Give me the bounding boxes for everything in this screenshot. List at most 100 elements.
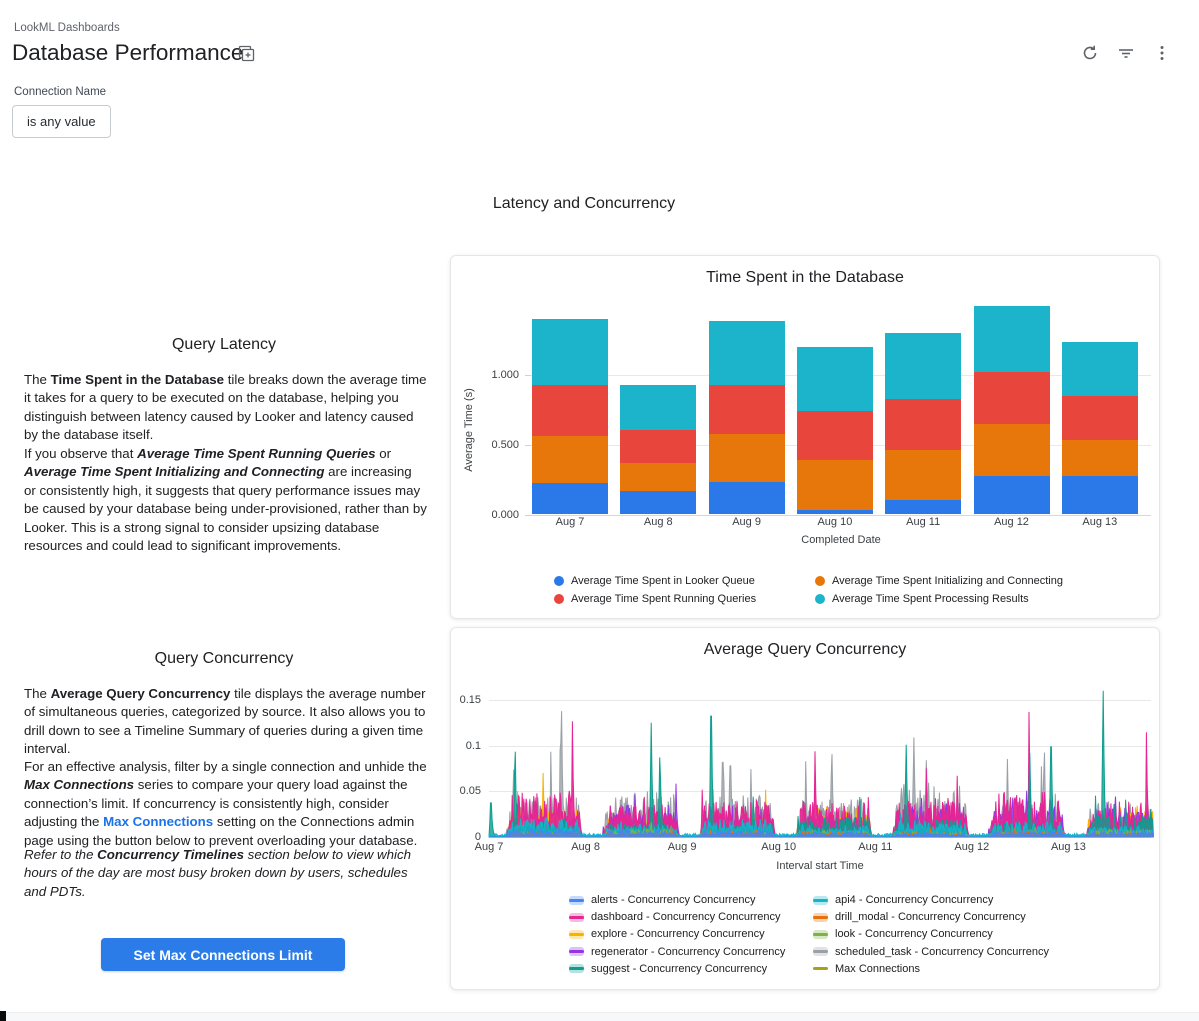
bar-segment[interactable] (709, 385, 785, 434)
legend-item[interactable]: alerts - Concurrency Concurrency (569, 894, 755, 906)
x-tick-label: Aug 8 (618, 516, 698, 528)
x-tick-label: Aug 11 (883, 516, 963, 528)
bar-segment[interactable] (797, 460, 873, 509)
bar-segment[interactable] (532, 483, 608, 514)
bar-segment[interactable] (974, 476, 1050, 515)
bar-segment[interactable] (1062, 476, 1138, 515)
legend-item[interactable]: Average Time Spent Running Queries (554, 593, 756, 605)
legend-dot-marker (554, 594, 564, 604)
legend-line-marker (569, 896, 584, 905)
legend-item[interactable]: Max Connections (813, 963, 920, 975)
legend-item[interactable]: api4 - Concurrency Concurrency (813, 894, 993, 906)
legend-item[interactable]: explore - Concurrency Concurrency (569, 928, 765, 940)
bar-segment[interactable] (1062, 396, 1138, 440)
bar-segment[interactable] (620, 491, 696, 514)
bar-aug-9[interactable] (709, 255, 785, 514)
query-latency-paragraph-1: The Time Spent in the Database tile brea… (24, 371, 427, 445)
x-tick-label: Aug 9 (707, 516, 787, 528)
query-latency-paragraph-2: If you observe that Average Time Spent R… (24, 445, 427, 555)
area-chart-plot[interactable] (451, 628, 1161, 991)
y-tick-label: 1.000 (479, 369, 519, 381)
legend-item[interactable]: drill_modal - Concurrency Concurrency (813, 911, 1026, 923)
tile-average-query-concurrency: Average Query Concurrency 00.050.10.15Au… (450, 627, 1160, 990)
bar-segment[interactable] (797, 347, 873, 411)
filter-label: Connection Name (14, 86, 106, 98)
bar-aug-13[interactable] (1062, 255, 1138, 514)
breadcrumb[interactable]: LookML Dashboards (14, 22, 120, 34)
page-bottom-strip (0, 1012, 1199, 1021)
bar-aug-10[interactable] (797, 255, 873, 514)
bar-segment[interactable] (885, 333, 961, 398)
bar-segment[interactable] (620, 430, 696, 463)
bar-segment[interactable] (974, 372, 1050, 425)
legend-item[interactable]: regenerator - Concurrency Concurrency (569, 946, 785, 958)
area-chart-x-axis-label: Interval start Time (489, 860, 1151, 872)
dashboard-toolbar (1079, 42, 1173, 64)
max-connections-link[interactable]: Max Connections (103, 814, 213, 829)
legend-dot-marker (815, 576, 825, 586)
bar-segment[interactable] (532, 436, 608, 482)
legend-label: suggest - Concurrency Concurrency (591, 963, 767, 975)
bar-chart-y-axis-label: Average Time (s) (463, 380, 475, 480)
legend-item[interactable]: Average Time Spent Initializing and Conn… (815, 575, 1063, 587)
x-tick-label: Aug 13 (1060, 516, 1140, 528)
legend-label: Max Connections (835, 963, 920, 975)
legend-item[interactable]: scheduled_task - Concurrency Concurrency (813, 946, 1049, 958)
connection-name-filter[interactable]: is any value (12, 105, 111, 138)
bar-aug-11[interactable] (885, 255, 961, 514)
legend-line-marker (813, 896, 828, 905)
bar-segment[interactable] (709, 434, 785, 482)
legend-item[interactable]: look - Concurrency Concurrency (813, 928, 993, 940)
query-concurrency-heading: Query Concurrency (24, 650, 424, 668)
set-max-connections-button[interactable]: Set Max Connections Limit (101, 938, 345, 971)
y-tick-label: 0.500 (479, 439, 519, 451)
legend-label: explore - Concurrency Concurrency (591, 928, 765, 940)
bar-segment[interactable] (620, 385, 696, 431)
bar-segment[interactable] (620, 463, 696, 491)
bar-segment[interactable] (885, 500, 961, 514)
bar-segment[interactable] (974, 424, 1050, 475)
legend-line-marker (813, 930, 828, 939)
bar-segment[interactable] (532, 319, 608, 385)
bar-aug-8[interactable] (620, 255, 696, 514)
legend-line-marker (813, 964, 828, 973)
legend-label: Average Time Spent in Looker Queue (571, 575, 755, 587)
bar-segment[interactable] (709, 321, 785, 385)
y-tick-mark (525, 375, 531, 376)
query-concurrency-paragraph-2: For an effective analysis, filter by a s… (24, 758, 427, 850)
legend-label: look - Concurrency Concurrency (835, 928, 993, 940)
page-title: Database Performance (12, 40, 243, 66)
bar-segment[interactable] (1062, 440, 1138, 475)
legend-item[interactable]: suggest - Concurrency Concurrency (569, 963, 767, 975)
legend-label: api4 - Concurrency Concurrency (835, 894, 993, 906)
legend-label: regenerator - Concurrency Concurrency (591, 946, 785, 958)
bar-segment[interactable] (709, 482, 785, 514)
bar-segment[interactable] (797, 411, 873, 460)
legend-item[interactable]: Average Time Spent Processing Results (815, 593, 1029, 605)
section-title: Latency and Concurrency (0, 195, 1168, 213)
bar-segment[interactable] (1062, 342, 1138, 397)
legend-line-marker (569, 930, 584, 939)
x-tick-label: Aug 10 (795, 516, 875, 528)
bar-segment[interactable] (885, 450, 961, 500)
legend-line-marker (569, 964, 584, 973)
dashboard-add-icon[interactable] (238, 45, 255, 62)
bar-segment[interactable] (885, 399, 961, 451)
more-menu-icon[interactable] (1151, 42, 1173, 64)
query-concurrency-paragraph-1: The Average Query Concurrency tile displ… (24, 685, 427, 759)
legend-label: alerts - Concurrency Concurrency (591, 894, 755, 906)
bar-aug-7[interactable] (532, 255, 608, 514)
legend-label: scheduled_task - Concurrency Concurrency (835, 946, 1049, 958)
bar-chart-x-axis-label: Completed Date (531, 534, 1151, 546)
refresh-icon[interactable] (1079, 42, 1101, 64)
bar-segment[interactable] (974, 306, 1050, 372)
bar-aug-12[interactable] (974, 255, 1050, 514)
legend-line-marker (813, 913, 828, 922)
legend-item[interactable]: dashboard - Concurrency Concurrency (569, 911, 781, 923)
legend-item[interactable]: Average Time Spent in Looker Queue (554, 575, 755, 587)
y-tick-label: 0.000 (479, 509, 519, 521)
bar-segment[interactable] (532, 385, 608, 437)
bar-segment[interactable] (797, 510, 873, 515)
legend-label: Average Time Spent Running Queries (571, 593, 756, 605)
filter-icon[interactable] (1115, 42, 1137, 64)
